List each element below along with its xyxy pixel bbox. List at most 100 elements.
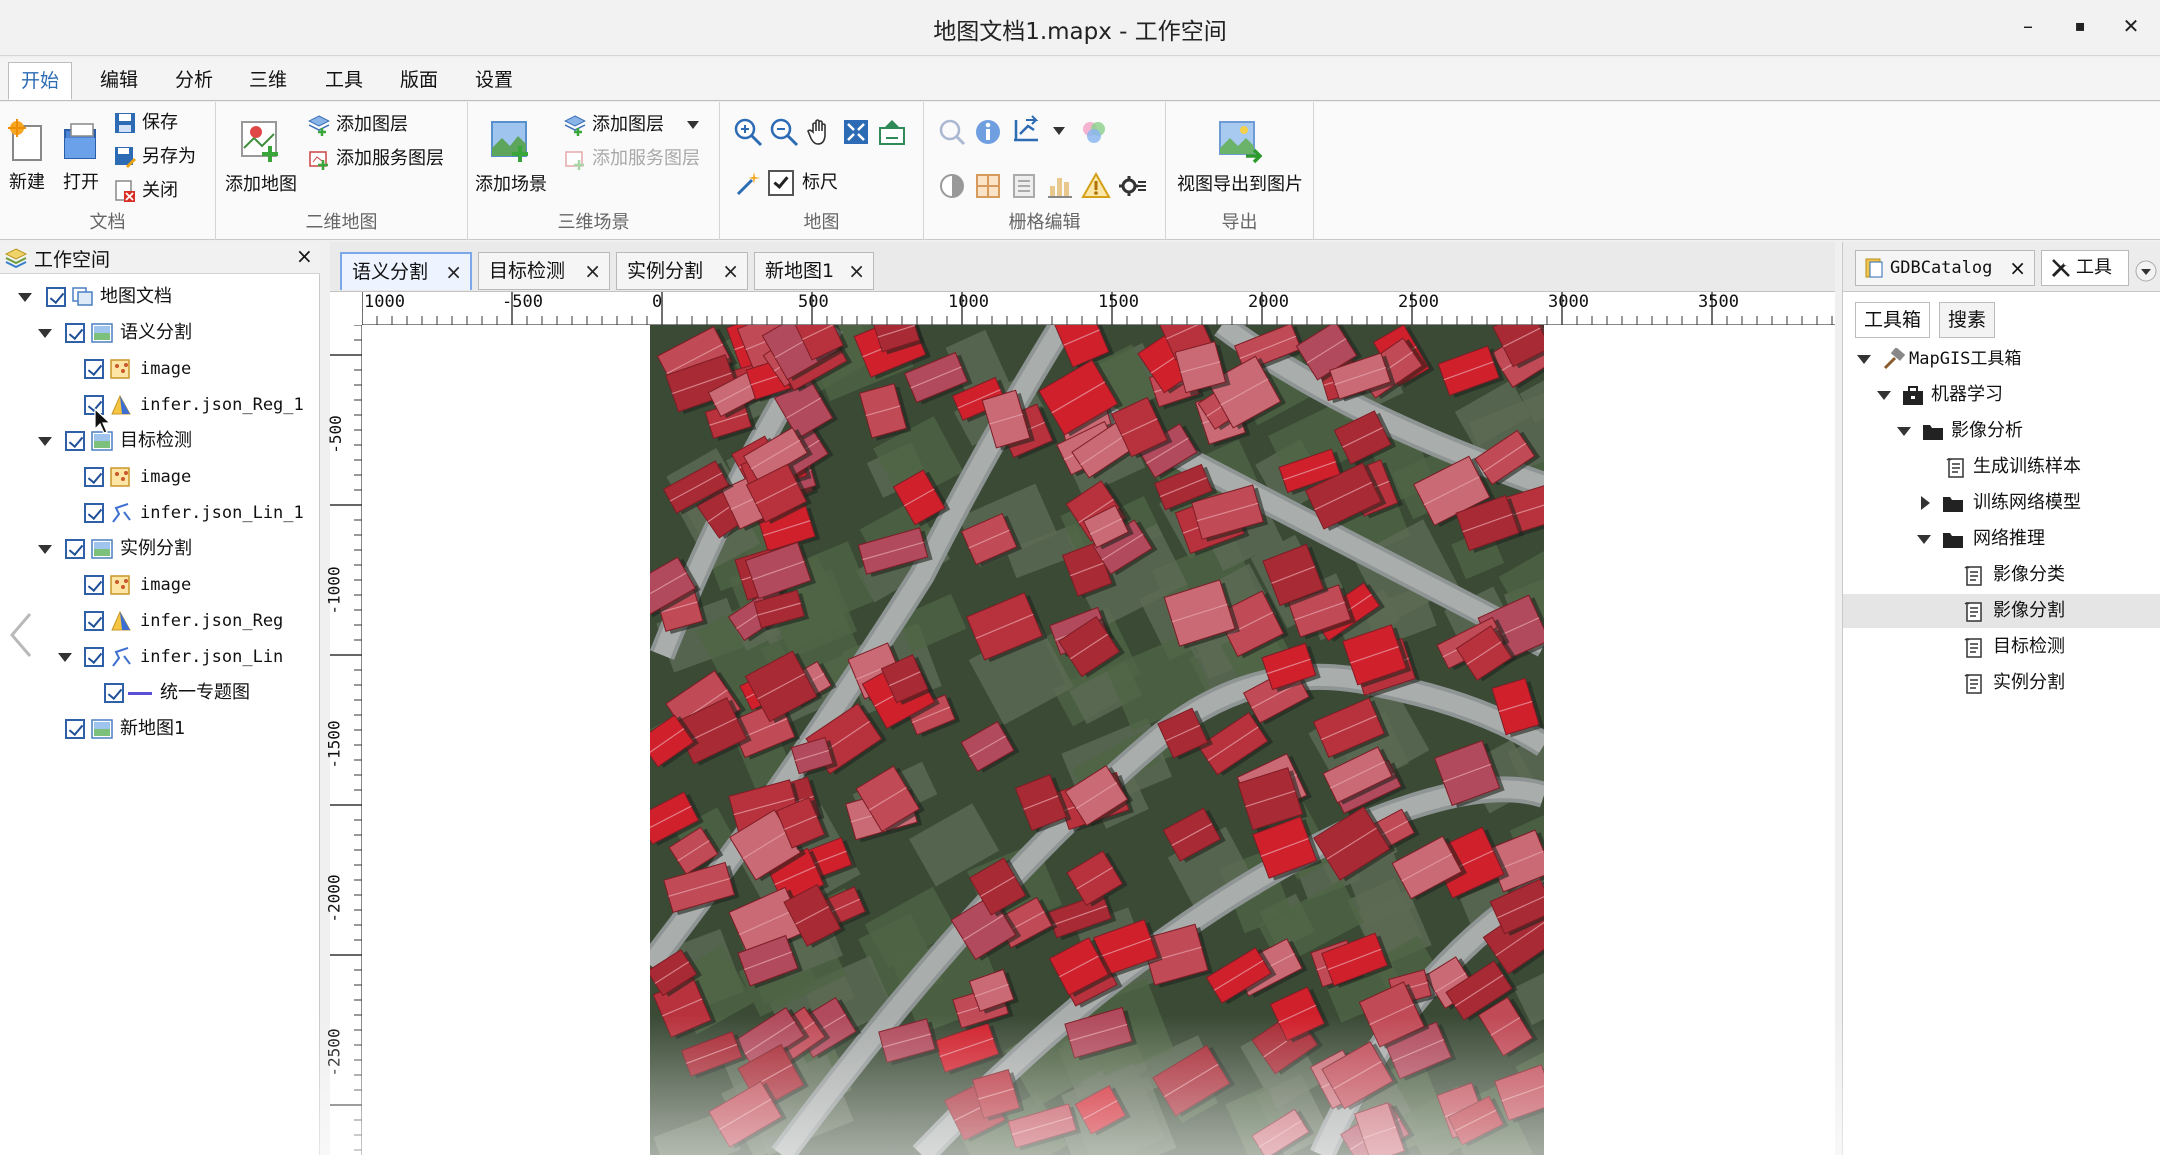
tree-item-map-semantic-seg[interactable]: 语义分割 (0, 316, 320, 350)
checkbox[interactable] (84, 359, 104, 379)
checkbox[interactable] (65, 539, 85, 559)
ruler-checkbox[interactable] (768, 170, 794, 196)
tree-item-classify[interactable]: 影像分类 (1843, 558, 2160, 592)
doc-tab-semantic-seg[interactable]: 语义分割 × (340, 252, 472, 290)
save-as-button[interactable]: 另存为 (114, 142, 196, 172)
add-layer-3d-button[interactable]: 添加图层 (564, 110, 664, 140)
add-layer-2d-button[interactable]: 添加图层 (308, 110, 408, 140)
doc-tab-object-detect[interactable]: 目标检测 × (478, 252, 610, 290)
chevron-down-icon[interactable] (1877, 391, 1891, 400)
tab-settings[interactable]: 设置 (463, 62, 525, 100)
raster-settings-icon[interactable] (1116, 170, 1148, 202)
add-scene-button[interactable]: 添加场景 (470, 118, 552, 196)
tree-item-instance[interactable]: 实例分割 (1843, 666, 2160, 700)
chevron-down-icon[interactable] (38, 545, 52, 554)
ruler-label[interactable]: 标尺 (802, 168, 838, 198)
raster-transform-dropdown-icon[interactable] (1052, 126, 1066, 136)
checkbox[interactable] (84, 503, 104, 523)
tree-item-segment-selected[interactable]: 影像分割 (1843, 594, 2160, 628)
tree-item-mapgis-toolbox[interactable]: MapGIS工具箱 (1843, 342, 2160, 376)
chevron-down-icon[interactable] (1897, 427, 1911, 436)
checkbox[interactable] (104, 683, 124, 703)
panel-dropdown-icon[interactable] (2135, 260, 2157, 282)
chevron-right-icon[interactable] (1921, 496, 1930, 510)
refresh-map-icon[interactable] (876, 116, 908, 148)
tab-analysis[interactable]: 分析 (163, 62, 225, 100)
tab-layout[interactable]: 版面 (388, 62, 450, 100)
tab-gdbcatalog[interactable]: GDBCatalog × (1855, 250, 2035, 286)
tab-start[interactable]: 开始 (8, 62, 73, 100)
tree-item-layer-image[interactable]: image (0, 460, 320, 494)
collapse-left-icon[interactable] (8, 612, 34, 658)
checkbox[interactable] (84, 575, 104, 595)
add-service-layer-3d-button[interactable]: 添加服务图层 (564, 144, 700, 174)
tree-item-layer-lin[interactable]: infer.json_Lin (0, 640, 320, 674)
doc-tab-new-map[interactable]: 新地图1 × (754, 252, 874, 290)
tree-item-map-object-detect[interactable]: 目标检测 (0, 424, 320, 458)
open-button[interactable]: 打开 (58, 118, 104, 194)
zoom-in-icon[interactable] (732, 116, 764, 148)
tree-item-map-instance-seg[interactable]: 实例分割 (0, 532, 320, 566)
export-view-button[interactable]: 视图导出到图片 (1166, 118, 1314, 196)
tree-item-layer-image[interactable]: image (0, 568, 320, 602)
close-tab-icon[interactable]: × (848, 253, 865, 289)
add-map-button[interactable]: 添加地图 (220, 118, 302, 196)
maximize-button[interactable]: ▪ (2065, 16, 2095, 44)
checkbox[interactable] (65, 719, 85, 739)
tree-item-inference[interactable]: 网络推理 (1843, 522, 2160, 556)
checkbox[interactable] (65, 323, 85, 343)
new-button[interactable]: 新建 (4, 118, 50, 194)
subtab-search[interactable]: 搜素 (1939, 302, 1996, 338)
chevron-down-icon[interactable] (58, 653, 72, 662)
full-extent-icon[interactable] (840, 116, 872, 148)
tree-item-unified-theme[interactable]: 统一专题图 (0, 676, 320, 710)
contrast-icon[interactable] (936, 170, 968, 202)
chevron-down-icon[interactable] (1917, 535, 1931, 544)
tree-item-machine-learning[interactable]: 机器学习 (1843, 378, 2160, 412)
tree-item-layer-reg[interactable]: infer.json_Reg (0, 604, 320, 638)
raster-table-icon[interactable] (1008, 170, 1040, 202)
tree-item-train-model[interactable]: 训练网络模型 (1843, 486, 2160, 520)
histogram-icon[interactable] (1044, 170, 1076, 202)
tree-item-gen-samples[interactable]: 生成训练样本 (1843, 450, 2160, 484)
chevron-down-icon[interactable] (38, 329, 52, 338)
checkbox[interactable] (84, 467, 104, 487)
minimize-button[interactable]: – (2013, 14, 2043, 42)
magic-wand-icon[interactable] (732, 168, 764, 200)
color-palette-icon[interactable] (1078, 116, 1110, 148)
close-document-button[interactable]: 关闭 (114, 176, 178, 206)
chevron-down-icon[interactable] (18, 293, 32, 302)
tree-item-map-new[interactable]: 新地图1 (0, 712, 320, 746)
raster-grid-icon[interactable] (972, 170, 1004, 202)
doc-tab-instance-seg[interactable]: 实例分割 × (616, 252, 748, 290)
info-icon[interactable] (972, 116, 1004, 148)
checkbox[interactable] (84, 647, 104, 667)
tree-item-detect[interactable]: 目标检测 (1843, 630, 2160, 664)
close-tab-icon[interactable]: × (722, 253, 739, 289)
tab-edit[interactable]: 编辑 (88, 62, 150, 100)
tree-item-layer-reg[interactable]: infer.json_Reg_1 (0, 388, 320, 422)
chevron-down-icon[interactable] (38, 437, 52, 446)
checkbox[interactable] (65, 431, 85, 451)
zoom-out-icon[interactable] (768, 116, 800, 148)
raster-transform-icon[interactable] (1010, 114, 1042, 146)
close-tab-icon[interactable]: × (445, 254, 462, 290)
tab-3d[interactable]: 三维 (237, 62, 299, 100)
warning-icon[interactable] (1080, 170, 1112, 202)
map-canvas[interactable] (362, 325, 1835, 1155)
close-window-button[interactable]: ✕ (2116, 14, 2146, 42)
add-layer-3d-dropdown-icon[interactable] (686, 120, 700, 130)
tree-item-layer-lin[interactable]: infer.json_Lin_1 (0, 496, 320, 530)
add-service-layer-2d-button[interactable]: 添加服务图层 (308, 144, 444, 174)
tree-item-image-analysis[interactable]: 影像分析 (1843, 414, 2160, 448)
workspace-close-button[interactable]: × (296, 244, 313, 268)
checkbox[interactable] (46, 287, 66, 307)
chevron-down-icon[interactable] (1857, 355, 1871, 364)
close-tab-icon[interactable]: × (2009, 251, 2026, 285)
raster-query-icon[interactable] (936, 116, 968, 148)
close-tab-icon[interactable]: × (584, 253, 601, 289)
save-button[interactable]: 保存 (114, 108, 178, 138)
pan-hand-icon[interactable] (804, 116, 836, 148)
tree-item-map-document[interactable]: 地图文档 (0, 280, 320, 314)
tab-tools[interactable]: 工具 (313, 62, 375, 100)
